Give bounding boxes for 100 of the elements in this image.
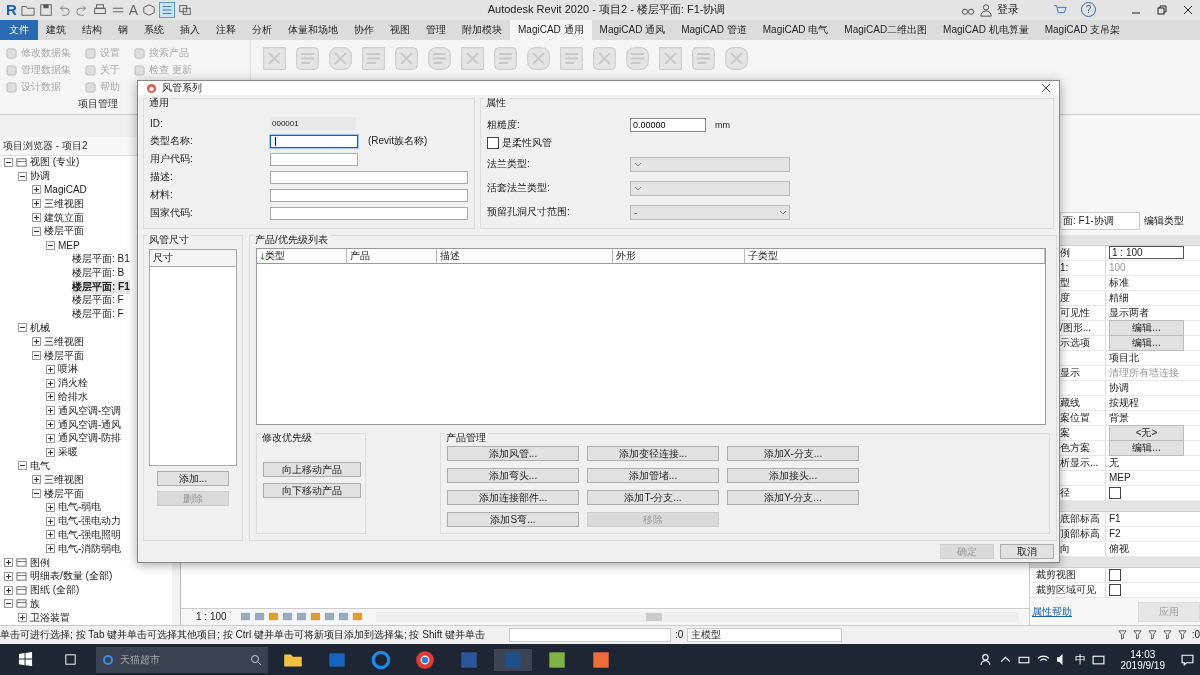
- input-field[interactable]: [270, 134, 358, 148]
- ribbon-tab[interactable]: 注释: [208, 19, 244, 40]
- task-view-icon[interactable]: [63, 652, 78, 668]
- ribbon-tab[interactable]: 结构: [74, 19, 110, 40]
- edit-type-button[interactable]: 编辑类型: [1144, 213, 1184, 228]
- selection-option-icon[interactable]: [1161, 629, 1173, 641]
- tree-item[interactable]: 卫浴装置: [30, 610, 70, 625]
- expand-toggle[interactable]: [46, 530, 55, 540]
- ribbon-tab[interactable]: MagiCAD二维出图: [836, 19, 936, 40]
- property-button[interactable]: <无>: [1109, 424, 1184, 441]
- input-field[interactable]: [270, 170, 468, 184]
- dialog-button[interactable]: 添加S弯...: [447, 512, 579, 527]
- text-tool[interactable]: A: [128, 1, 139, 18]
- file-tab[interactable]: 文件: [0, 19, 38, 40]
- tree-item[interactable]: 族: [30, 596, 40, 611]
- clock-time[interactable]: 14:03: [1130, 648, 1156, 660]
- list-icon[interactable]: [160, 2, 175, 17]
- ribbon-tab[interactable]: 系统: [136, 19, 172, 40]
- column-header[interactable]: 描述: [437, 249, 613, 263]
- dialog-button[interactable]: 向上移动产品: [263, 462, 361, 477]
- tree-item[interactable]: 通风空调-空调: [58, 403, 122, 418]
- input-field[interactable]: [270, 206, 468, 220]
- tree-item[interactable]: 楼层平面: [44, 224, 84, 239]
- tree-item[interactable]: 三维视图: [44, 334, 84, 349]
- ribbon-tab[interactable]: 视图: [382, 19, 418, 40]
- tree-item[interactable]: 三维视图: [44, 196, 84, 211]
- input-field[interactable]: 0.00000: [630, 118, 706, 132]
- expand-toggle[interactable]: [32, 337, 41, 347]
- save-icon[interactable]: [38, 2, 53, 17]
- expand-toggle[interactable]: [4, 585, 13, 595]
- ribbon-tab[interactable]: 钢: [110, 19, 136, 40]
- tree-item[interactable]: 电气: [30, 458, 50, 473]
- dialog-button[interactable]: 添加接头...: [727, 468, 859, 483]
- dialog-button[interactable]: 添加风管...: [447, 446, 579, 461]
- ribbon-tab[interactable]: 插入: [172, 19, 208, 40]
- tree-item[interactable]: 电气-强电动力: [58, 514, 122, 529]
- checkbox[interactable]: [1109, 486, 1121, 499]
- ribbon-tab[interactable]: MagiCAD 支吊架: [1036, 19, 1129, 40]
- expand-toggle[interactable]: [46, 544, 55, 554]
- close-icon[interactable]: [1041, 83, 1051, 93]
- ribbon-tab[interactable]: 建筑: [38, 19, 74, 40]
- dialog-button[interactable]: 添加变径连接...: [587, 446, 719, 461]
- column-header[interactable]: 外形: [613, 249, 745, 263]
- expand-toggle[interactable]: [46, 502, 55, 512]
- dialog-button[interactable]: 添加管堵...: [587, 468, 719, 483]
- model-dropdown[interactable]: 主模型: [687, 627, 843, 642]
- selection-option-icon[interactable]: [1176, 629, 1188, 641]
- windows-start-icon[interactable]: [18, 652, 33, 668]
- search-box[interactable]: 天猫超市: [96, 646, 268, 673]
- expand-toggle[interactable]: [18, 613, 27, 623]
- checkbox[interactable]: [1109, 568, 1121, 581]
- ribbon-tab[interactable]: MagiCAD 电气: [754, 19, 837, 40]
- tree-item[interactable]: 楼层平面: F: [72, 293, 124, 308]
- ribbon-tab[interactable]: 协作: [346, 19, 382, 40]
- tree-item[interactable]: 楼层平面: F1: [72, 279, 130, 294]
- expand-toggle[interactable]: [32, 213, 41, 223]
- selection-option-icon[interactable]: [1131, 629, 1143, 641]
- print-icon[interactable]: [92, 2, 107, 17]
- search-field[interactable]: 天猫超市: [118, 653, 246, 667]
- tree-item[interactable]: 机械: [30, 320, 50, 335]
- tree-item[interactable]: 建筑立面: [44, 210, 84, 225]
- expand-toggle[interactable]: [46, 364, 55, 374]
- expand-toggle[interactable]: [4, 599, 13, 609]
- expand-toggle[interactable]: [32, 489, 41, 498]
- tree-item[interactable]: MEP: [58, 239, 80, 251]
- tree-item[interactable]: MagiCAD: [44, 184, 87, 196]
- tree-item[interactable]: 楼层平面: [44, 348, 84, 363]
- tree-item[interactable]: 楼层平面: B1: [72, 252, 130, 266]
- tree-item[interactable]: 图例: [30, 555, 50, 570]
- expand-toggle[interactable]: [32, 351, 41, 361]
- cube-icon[interactable]: [142, 2, 157, 17]
- input-method[interactable]: 中: [1074, 652, 1086, 668]
- expand-toggle[interactable]: [32, 185, 41, 195]
- windows-icon[interactable]: [178, 2, 193, 17]
- tree-item[interactable]: 明细表/数量 (全部): [30, 569, 113, 584]
- dialog-button[interactable]: 添加弯头...: [447, 468, 579, 483]
- ribbon-tab[interactable]: 管理: [418, 19, 454, 40]
- expand-toggle[interactable]: [46, 392, 55, 402]
- tree-item[interactable]: 通风空调-防排: [58, 431, 122, 446]
- expand-toggle[interactable]: [4, 571, 13, 581]
- property-button[interactable]: 编辑...: [1109, 319, 1184, 336]
- input-field[interactable]: [270, 152, 358, 166]
- expand-toggle[interactable]: [46, 447, 55, 457]
- dialog-button[interactable]: 添加连接部件...: [447, 490, 579, 505]
- type-selector[interactable]: 面: F1-协调: [1060, 211, 1140, 230]
- horizontal-scrollbar[interactable]: [375, 611, 1019, 622]
- column-header[interactable]: 子类型: [745, 249, 1045, 263]
- app-logo[interactable]: R: [6, 1, 17, 19]
- tree-item[interactable]: 电气-强电照明: [58, 527, 122, 542]
- dialog-button[interactable]: 添加...: [157, 471, 229, 486]
- expand-toggle[interactable]: [18, 171, 27, 181]
- user-icon[interactable]: [979, 2, 993, 17]
- tree-item[interactable]: 楼层平面: [44, 486, 84, 501]
- dialog-button[interactable]: 取消: [1000, 544, 1054, 559]
- expand-toggle[interactable]: [46, 433, 55, 443]
- expand-toggle[interactable]: [4, 157, 13, 167]
- checkbox[interactable]: [487, 137, 499, 149]
- tree-item[interactable]: 电气-消防弱电: [58, 541, 122, 556]
- column-header[interactable]: 产品: [347, 249, 437, 263]
- size-list[interactable]: 尺寸: [149, 249, 237, 466]
